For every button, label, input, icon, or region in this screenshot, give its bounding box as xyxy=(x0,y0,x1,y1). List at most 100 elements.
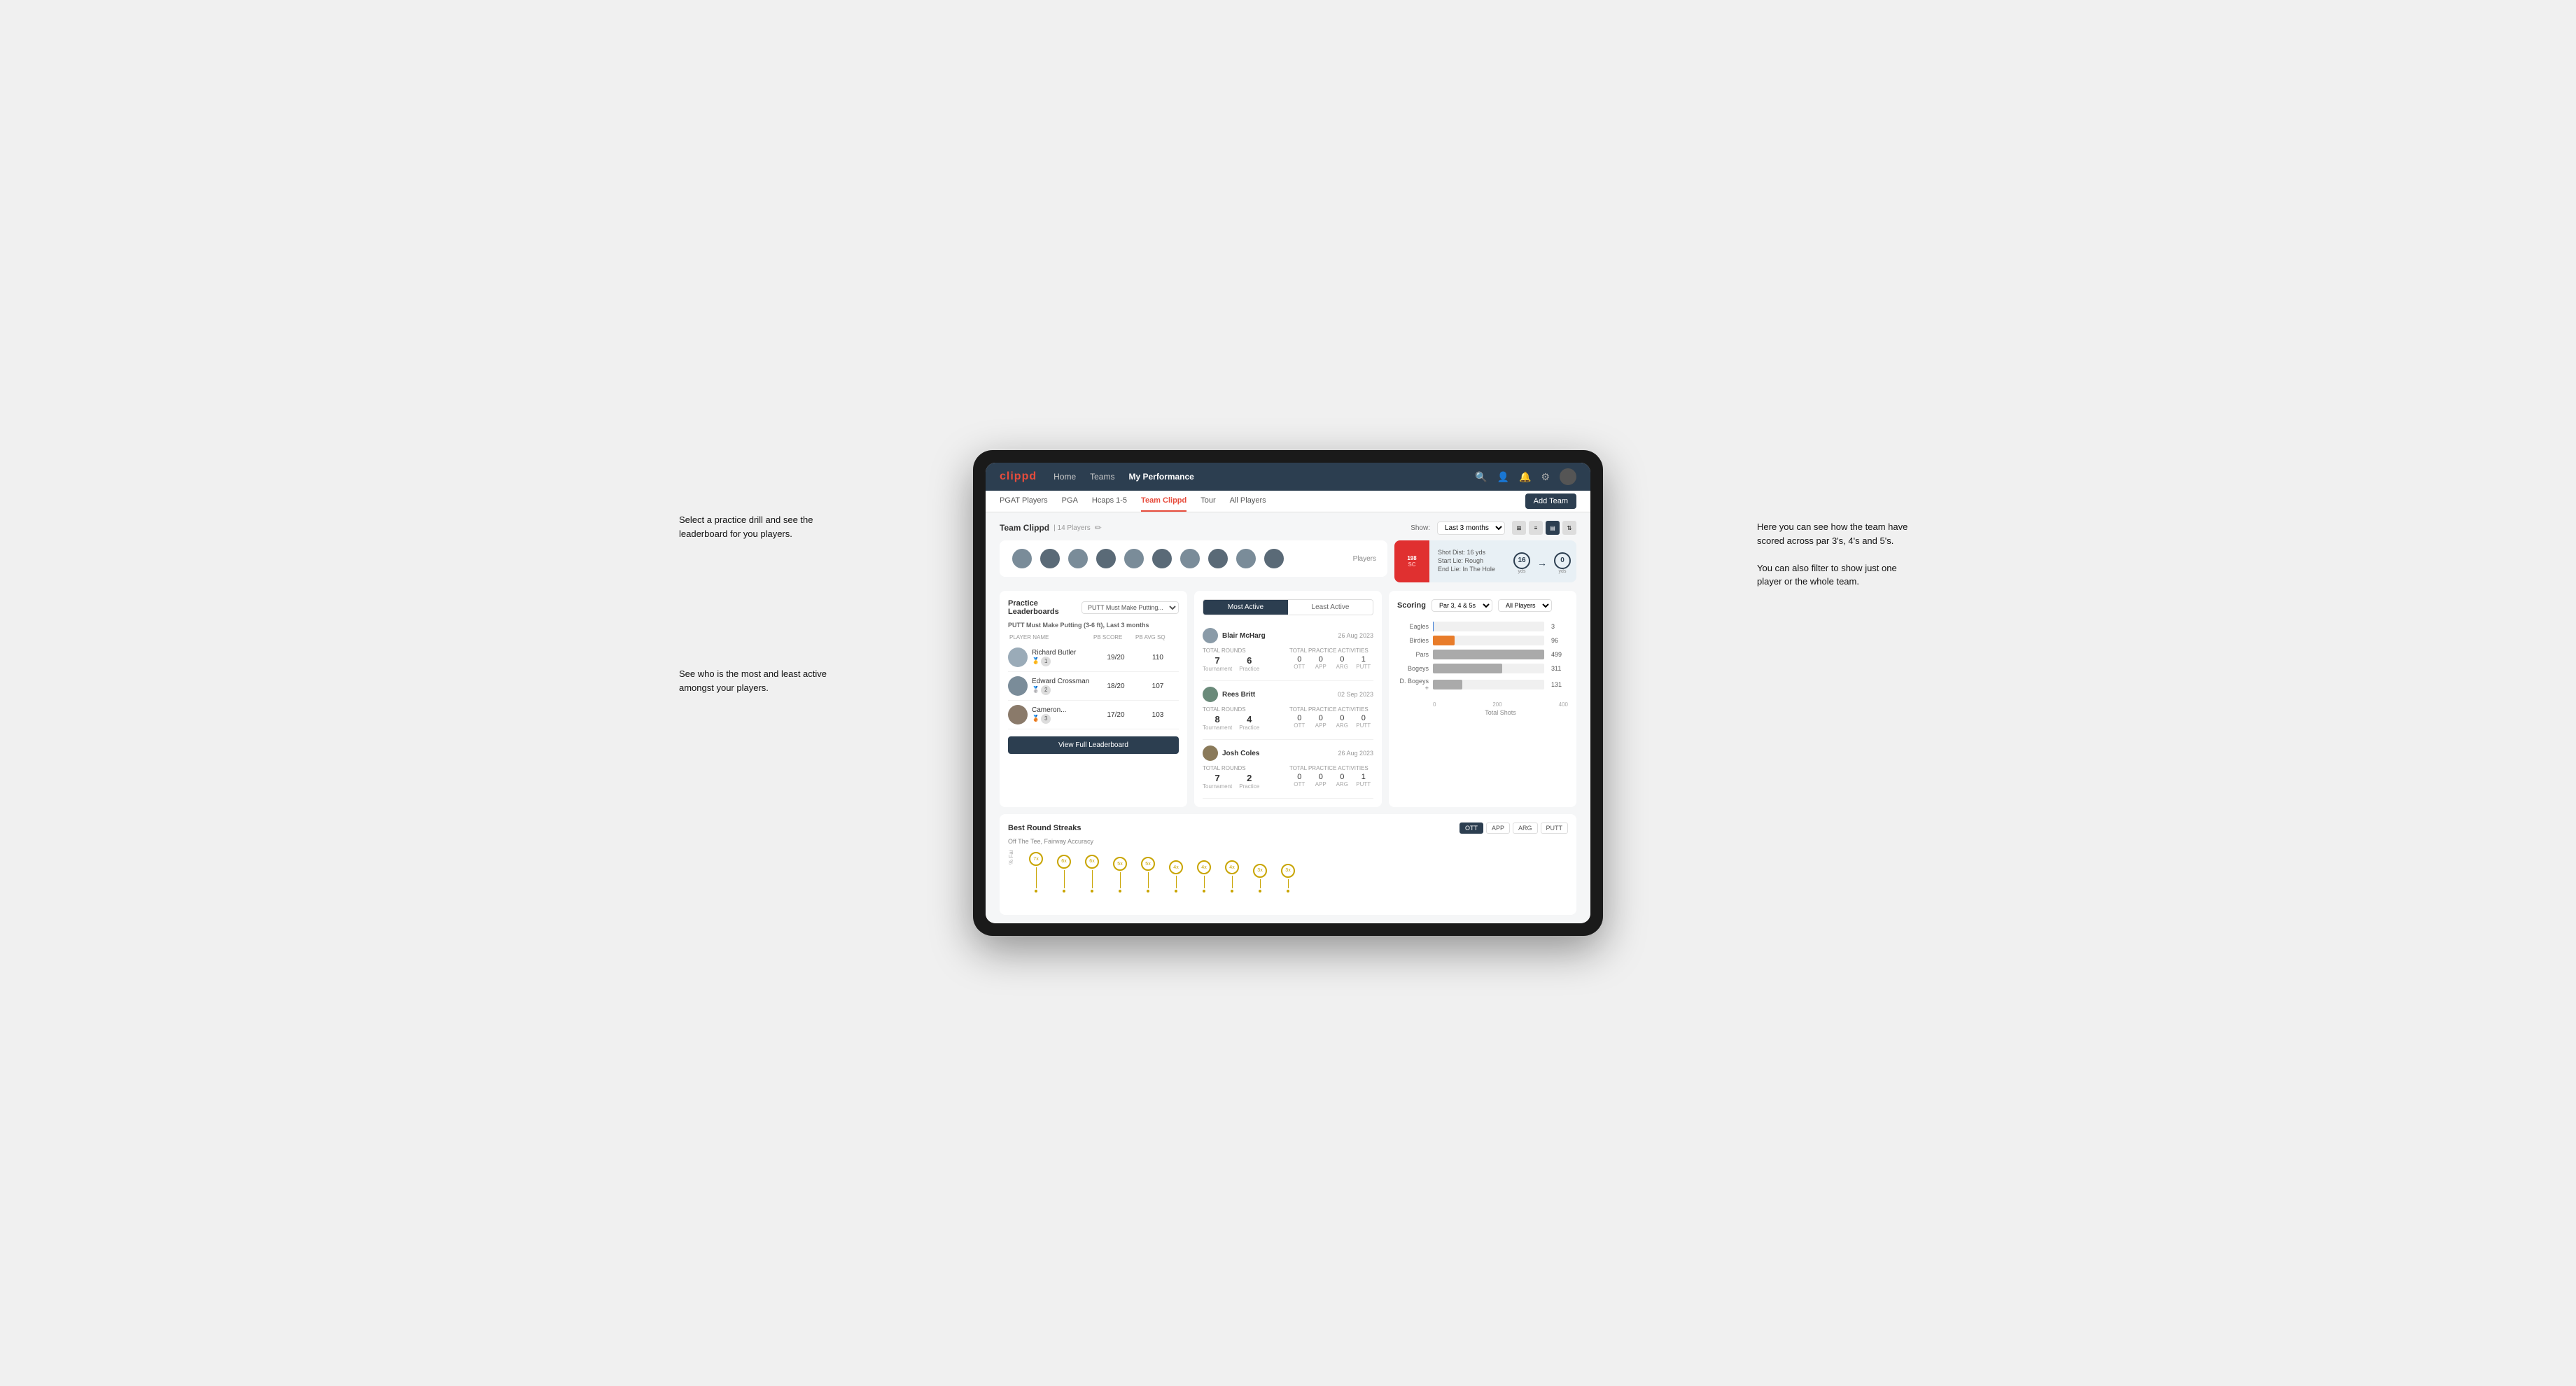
arg-label: ARG xyxy=(1332,664,1352,670)
leaderboard-subtitle: PUTT Must Make Putting (3-6 ft), Last 3 … xyxy=(1008,622,1179,629)
nav-item-performance[interactable]: My Performance xyxy=(1128,472,1194,482)
show-select[interactable]: Last 3 months Last month Last year xyxy=(1437,522,1505,535)
player-avatar[interactable] xyxy=(1179,547,1201,570)
card-view-icon[interactable]: ▤ xyxy=(1546,521,1560,535)
player-avatar[interactable] xyxy=(1011,547,1033,570)
people-icon[interactable]: 👤 xyxy=(1497,471,1509,483)
bar-value: 499 xyxy=(1551,651,1568,658)
scoring-par-filter[interactable]: Par 3, 4 & 5s xyxy=(1432,599,1492,612)
tournament-val: 7 xyxy=(1203,773,1232,783)
nav-item-home[interactable]: Home xyxy=(1054,472,1076,482)
player-avatar[interactable] xyxy=(1235,547,1257,570)
sub-nav-pgat[interactable]: PGAT Players xyxy=(1000,491,1048,512)
ott-filter-button[interactable]: OTT xyxy=(1460,822,1483,834)
bar-container xyxy=(1433,622,1544,631)
streak-dot xyxy=(1287,890,1289,892)
arg-val: 0 xyxy=(1332,773,1352,781)
chart-x-axis: 0 200 400 xyxy=(1397,701,1568,708)
team-header: Team Clippd | 14 Players ✏ Show: Last 3 … xyxy=(1000,521,1576,535)
bar-value: 131 xyxy=(1551,681,1568,688)
filter-icon[interactable]: ⇅ xyxy=(1562,521,1576,535)
player-info: Cameron... 🥉 3 xyxy=(1008,705,1095,724)
practice-activities-title: Total Practice Activities xyxy=(1289,706,1373,713)
add-team-button[interactable]: Add Team xyxy=(1525,493,1576,509)
streak-bubble: 4x xyxy=(1197,860,1211,874)
streak-pin: 3x xyxy=(1253,864,1267,892)
player-avatar[interactable] xyxy=(1095,547,1117,570)
sub-nav-pga[interactable]: PGA xyxy=(1062,491,1078,512)
rounds-section-title: Total Rounds xyxy=(1203,765,1287,771)
app-col: 0 APP xyxy=(1311,714,1331,729)
streaks-subtitle: Off The Tee, Fairway Accuracy xyxy=(1008,838,1568,845)
badge-number: 2 xyxy=(1041,685,1051,695)
leaderboard-filter-select[interactable]: PUTT Must Make Putting... xyxy=(1082,601,1179,614)
scoring-players-filter[interactable]: All Players xyxy=(1498,599,1552,612)
streak-bubble: 7x xyxy=(1029,852,1043,866)
streaks-filter-group: OTT APP ARG PUTT xyxy=(1460,822,1568,834)
player-name: Cameron... xyxy=(1032,706,1066,714)
bar-label: D. Bogeys + xyxy=(1397,678,1429,692)
streak-line xyxy=(1204,876,1205,888)
practice-activities-section: Total Practice Activities 0 OTT 0 xyxy=(1289,706,1373,731)
view-full-leaderboard-button[interactable]: View Full Leaderboard xyxy=(1008,736,1179,754)
shot-start-lie: Start Lie: Rough xyxy=(1438,557,1499,564)
player-avatar[interactable] xyxy=(1207,547,1229,570)
badge-number: 3 xyxy=(1041,714,1051,724)
streak-line xyxy=(1036,867,1037,888)
tournament-col: 8 Tournament xyxy=(1203,714,1232,731)
least-active-toggle[interactable]: Least Active xyxy=(1288,600,1373,615)
app-val: 0 xyxy=(1311,655,1331,664)
search-icon[interactable]: 🔍 xyxy=(1475,471,1487,483)
bar-row: Pars 499 xyxy=(1397,650,1568,659)
player-avatar[interactable] xyxy=(1263,547,1285,570)
putt-filter-button[interactable]: PUTT xyxy=(1541,822,1569,834)
bell-icon[interactable]: 🔔 xyxy=(1519,471,1531,483)
rounds-values: 7 Tournament 2 Practice xyxy=(1203,773,1287,790)
player-avatar[interactable] xyxy=(1151,547,1173,570)
streak-bubble: 4x xyxy=(1169,860,1183,874)
activity-player-info: Rees Britt xyxy=(1203,687,1255,702)
axis-label-0: 0 xyxy=(1433,701,1436,708)
grid-view-icon[interactable]: ⊞ xyxy=(1512,521,1526,535)
activity-header: Josh Coles 26 Aug 2023 xyxy=(1203,746,1373,761)
total-rounds-section: Total Rounds 7 Tournament 6 Pr xyxy=(1203,648,1287,672)
most-active-toggle[interactable]: Most Active xyxy=(1203,600,1288,615)
bar-value: 311 xyxy=(1551,665,1568,672)
avatar[interactable] xyxy=(1560,468,1576,485)
settings-icon[interactable]: ⚙ xyxy=(1541,471,1550,483)
streak-pin: 3x xyxy=(1281,864,1295,892)
player-info: Edward Crossman 🥈 2 xyxy=(1008,676,1095,696)
leaderboard-card-header: Practice Leaderboards PUTT Must Make Put… xyxy=(1008,599,1179,616)
practice-activities-title: Total Practice Activities xyxy=(1289,765,1373,771)
arg-col: 0 ARG xyxy=(1332,773,1352,788)
arg-filter-button[interactable]: ARG xyxy=(1513,822,1538,834)
col-pb-avg: PB AVG SQ xyxy=(1135,634,1177,640)
nav-item-teams[interactable]: Teams xyxy=(1090,472,1114,482)
practice-val: 2 xyxy=(1239,773,1259,783)
streaks-header: Best Round Streaks OTT APP ARG PUTT xyxy=(1008,822,1568,834)
streak-pin: 4x xyxy=(1169,860,1183,892)
sub-nav-team-clippd[interactable]: Team Clippd xyxy=(1141,491,1186,512)
player-avatars-section: Players xyxy=(1000,540,1387,577)
list-view-icon[interactable]: ≡ xyxy=(1529,521,1543,535)
sub-nav-hcaps[interactable]: Hcaps 1-5 xyxy=(1092,491,1127,512)
shot-dist: Shot Dist: 16 yds xyxy=(1438,549,1499,556)
team-title: Team Clippd | 14 Players ✏ xyxy=(1000,523,1102,533)
app-filter-button[interactable]: APP xyxy=(1486,822,1510,834)
practice-col: 4 Practice xyxy=(1239,714,1259,731)
app-col: 0 APP xyxy=(1311,655,1331,670)
streak-pin: 7x xyxy=(1029,852,1043,892)
streak-dot xyxy=(1259,890,1261,892)
player-name: Edward Crossman xyxy=(1032,678,1089,685)
practice-label: Practice xyxy=(1239,666,1259,672)
silver-medal-icon: 🥈 xyxy=(1032,686,1040,694)
sub-nav-all-players[interactable]: All Players xyxy=(1230,491,1266,512)
player-avatar[interactable] xyxy=(1039,547,1061,570)
player-avatar[interactable] xyxy=(1067,547,1089,570)
practice-activities-values: 0 OTT 0 APP 0 xyxy=(1289,714,1373,729)
edit-icon[interactable]: ✏ xyxy=(1095,523,1102,533)
sub-nav-tour[interactable]: Tour xyxy=(1200,491,1215,512)
player-avatar[interactable] xyxy=(1123,547,1145,570)
streak-bubble: 6x xyxy=(1057,855,1071,869)
activity-player-info: Josh Coles xyxy=(1203,746,1259,761)
